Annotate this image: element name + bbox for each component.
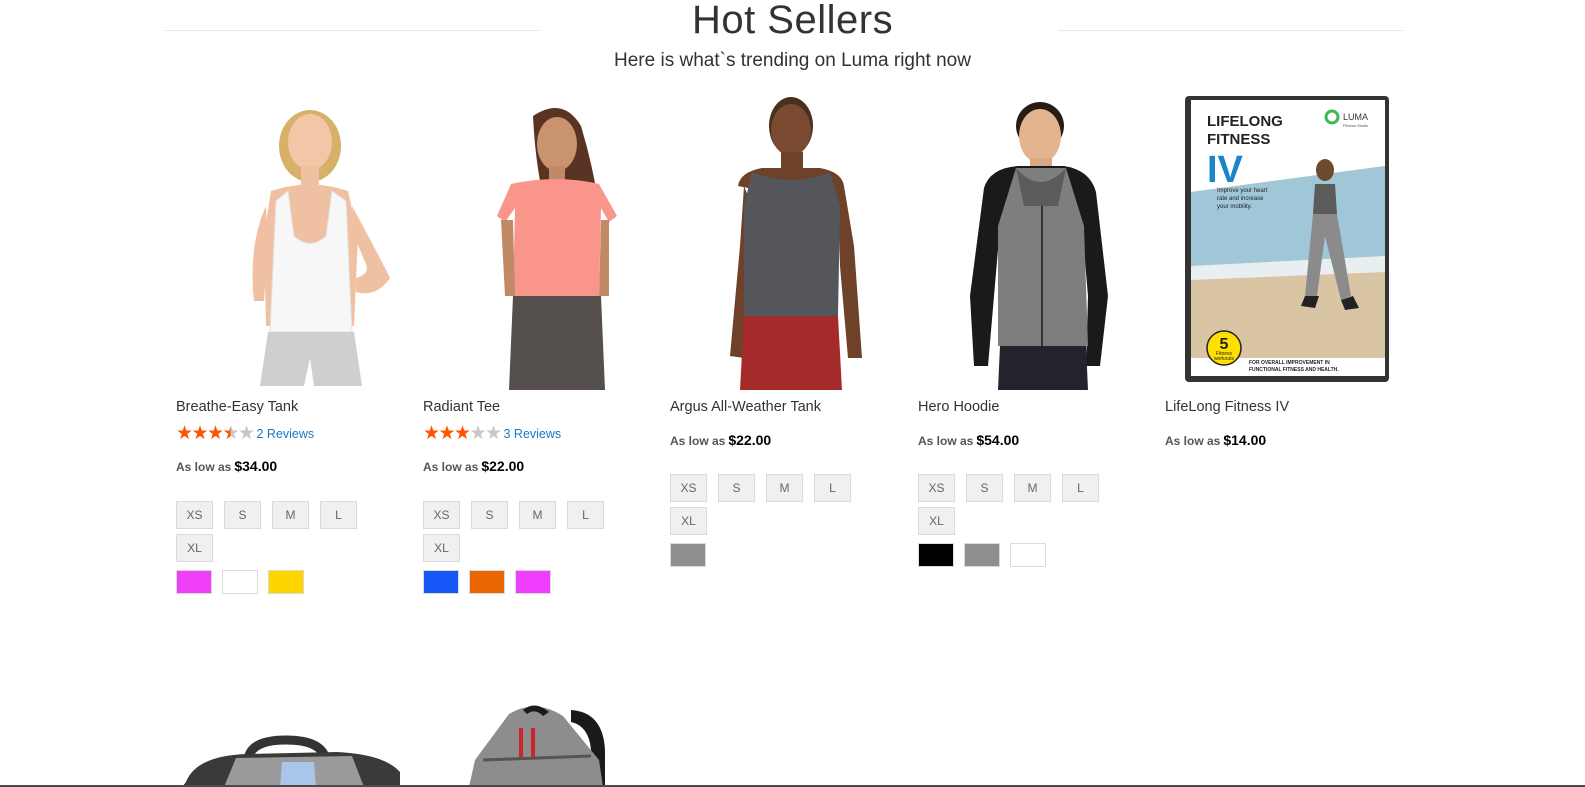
star-full-icon: ★	[438, 423, 456, 444]
dvd-footer-2: FUNCTIONAL FITNESS AND HEALTH.	[1249, 367, 1339, 373]
color-swatch-white[interactable]	[1010, 543, 1046, 567]
size-options: XS S M L XL	[670, 474, 890, 535]
price-prefix: As low as	[423, 460, 479, 474]
product-price: As low as $14.00	[1165, 432, 1266, 448]
size-options: XS S M L XL	[423, 501, 643, 562]
size-options: XS S M L XL	[918, 474, 1138, 535]
product-image[interactable]	[670, 96, 900, 390]
star-full-icon: ★	[454, 423, 472, 444]
star-full-icon: ★	[191, 423, 209, 444]
product-name[interactable]: Breathe-Easy Tank	[176, 399, 298, 415]
product-card-hero-hoodie: Hero Hoodie As low as $54.00 XS S M L XL	[918, 96, 1148, 567]
color-swatch-yellow[interactable]	[268, 570, 304, 594]
product-image[interactable]	[423, 96, 653, 390]
size-l[interactable]: L	[567, 501, 604, 529]
size-m[interactable]: M	[766, 474, 803, 502]
price-value: $54.00	[976, 432, 1020, 448]
color-swatch-white[interactable]	[222, 570, 258, 594]
product-image[interactable]	[176, 96, 406, 390]
size-m[interactable]: M	[519, 501, 556, 529]
product-name[interactable]: Hero Hoodie	[918, 399, 999, 415]
reviews-link[interactable]: 2 Reviews	[257, 427, 315, 441]
color-swatch-orange[interactable]	[469, 570, 505, 594]
star-full-icon: ★	[423, 423, 441, 444]
color-options	[423, 570, 551, 594]
color-options	[176, 570, 304, 594]
dvd-title-line2: FITNESS	[1207, 131, 1270, 148]
color-swatch-magenta[interactable]	[515, 570, 551, 594]
reviews-link[interactable]: 3 Reviews	[504, 427, 562, 441]
product-name[interactable]: Radiant Tee	[423, 399, 500, 415]
product-card-radiant-tee: Radiant Tee ★ ★ ★ ★ ★ 3 Reviews As low a…	[423, 96, 653, 594]
color-swatch-gray[interactable]	[964, 543, 1000, 567]
size-s[interactable]: S	[718, 474, 755, 502]
size-l[interactable]: L	[1062, 474, 1099, 502]
size-s[interactable]: S	[471, 501, 508, 529]
size-xs[interactable]: XS	[423, 501, 460, 529]
dvd-tagline-1: Improve your heart	[1217, 188, 1268, 194]
size-l[interactable]: L	[814, 474, 851, 502]
dvd-footer-1: FOR OVERALL IMPROVEMENT IN	[1249, 360, 1330, 366]
section-subtitle: Here is what`s trending on Luma right no…	[614, 50, 971, 71]
dvd-tagline-2: rate and increase	[1217, 196, 1264, 202]
size-m[interactable]: M	[1014, 474, 1051, 502]
size-xl[interactable]: XL	[918, 507, 955, 535]
product-price: As low as $54.00	[918, 432, 1019, 448]
title-divider-right	[1058, 30, 1403, 31]
dvd-brand-sub: Fitness Studio	[1343, 123, 1369, 128]
dvd-brand: LUMA	[1343, 112, 1368, 122]
product-image-backpack[interactable]	[423, 700, 653, 787]
star-empty-icon: ★	[238, 423, 256, 444]
color-swatch-magenta[interactable]	[176, 570, 212, 594]
price-prefix: As low as	[176, 460, 232, 474]
color-options	[670, 543, 706, 567]
product-rating: ★ ★ ★ ★ ★ 2 Reviews	[176, 423, 315, 444]
title-divider-left	[165, 30, 540, 31]
dvd-badge-line2: workouts	[1214, 356, 1235, 362]
size-options: XS S M L XL	[176, 501, 396, 562]
size-s[interactable]: S	[224, 501, 261, 529]
size-xs[interactable]: XS	[176, 501, 213, 529]
product-price: As low as $22.00	[670, 432, 771, 448]
price-prefix: As low as	[1165, 434, 1221, 448]
product-card-argus-all-weather-tank: Argus All-Weather Tank As low as $22.00 X…	[670, 96, 900, 567]
color-swatch-blue[interactable]	[423, 570, 459, 594]
star-half-icon: ★	[222, 423, 240, 444]
size-xl[interactable]: XL	[176, 534, 213, 562]
star-full-icon: ★	[207, 423, 225, 444]
product-rating: ★ ★ ★ ★ ★ 3 Reviews	[423, 423, 562, 444]
size-l[interactable]: L	[320, 501, 357, 529]
size-xl[interactable]: XL	[670, 507, 707, 535]
color-options	[918, 543, 1046, 567]
size-m[interactable]: M	[272, 501, 309, 529]
color-swatch-gray[interactable]	[670, 543, 706, 567]
size-s[interactable]: S	[966, 474, 1003, 502]
size-xs[interactable]: XS	[670, 474, 707, 502]
price-prefix: As low as	[918, 434, 974, 448]
price-value: $14.00	[1223, 432, 1267, 448]
product-image[interactable]: LIFELONG FITNESS IV LUMA Fitness Studio …	[1165, 96, 1395, 390]
star-full-icon: ★	[176, 423, 194, 444]
dvd-title-line3: IV	[1207, 149, 1244, 191]
dvd-title-line1: LIFELONG	[1207, 113, 1283, 130]
size-xs[interactable]: XS	[918, 474, 955, 502]
price-value: $34.00	[234, 458, 278, 474]
dvd-tagline-3: your mobility.	[1217, 204, 1252, 210]
product-price: As low as $22.00	[423, 458, 524, 474]
product-card-breathe-easy-tank: Breathe-Easy Tank ★ ★ ★ ★ ★ 2 Reviews As…	[176, 96, 406, 594]
product-name[interactable]: LifeLong Fitness IV	[1165, 399, 1289, 415]
color-swatch-black[interactable]	[918, 543, 954, 567]
size-xl[interactable]: XL	[423, 534, 460, 562]
product-price: As low as $34.00	[176, 458, 277, 474]
section-title: Hot Sellers	[691, 0, 894, 42]
star-empty-icon: ★	[485, 423, 503, 444]
price-value: $22.00	[728, 432, 772, 448]
star-empty-icon: ★	[469, 423, 487, 444]
product-name[interactable]: Argus All-Weather Tank	[670, 399, 821, 415]
product-image[interactable]	[918, 96, 1148, 390]
price-value: $22.00	[481, 458, 525, 474]
product-image-duffel-bag[interactable]	[176, 700, 406, 787]
product-card-lifelong-fitness-iv: LIFELONG FITNESS IV LUMA Fitness Studio …	[1165, 96, 1395, 448]
price-prefix: As low as	[670, 434, 726, 448]
